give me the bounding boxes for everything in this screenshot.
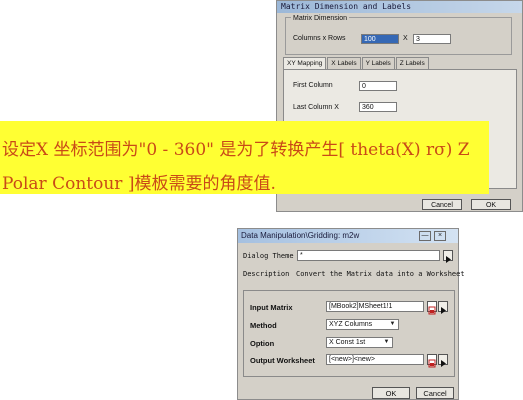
method-label: Method <box>250 321 277 330</box>
label-tabs: XY Mapping X Labels Y Labels Z Labels <box>283 57 430 69</box>
annotation-banner: 设定X 坐标范围为"0 - 360" 是为了转换产生[ theta(X) rσ)… <box>0 121 489 194</box>
gridding-dialog: Data Manipulation\Gridding: m2w — × Dial… <box>237 228 465 400</box>
input-matrix-label: Input Matrix <box>250 303 293 312</box>
triangle-right-icon[interactable] <box>438 301 448 314</box>
dialog-title: Matrix Dimension and Labels <box>281 2 412 11</box>
description-text: Convert the Matrix data into a Worksheet <box>296 270 465 278</box>
ok-button[interactable]: OK <box>372 387 410 399</box>
close-icon[interactable]: × <box>434 231 446 241</box>
first-column-label: First Column <box>293 82 333 89</box>
pick-range-icon[interactable] <box>427 301 437 315</box>
annotation-line-1: 设定X 坐标范围为"0 - 360" 是为了转换产生[ theta(X) rσ)… <box>2 140 470 160</box>
columns-rows-label: Columns x Rows <box>293 35 346 42</box>
cancel-button[interactable]: Cancel <box>416 387 454 399</box>
x-separator: X <box>403 35 408 42</box>
minimize-icon[interactable]: — <box>419 231 431 241</box>
dialog-titlebar[interactable]: Data Manipulation\Gridding: m2w — × <box>238 229 458 243</box>
last-column-input[interactable]: 360 <box>359 102 397 112</box>
tab-y-labels[interactable]: Y Labels <box>361 57 395 69</box>
cancel-button[interactable]: Cancel <box>422 199 462 210</box>
last-column-label: Last Column X <box>293 104 339 111</box>
tab-z-labels[interactable]: Z Labels <box>395 57 429 69</box>
rows-input[interactable]: 3 <box>413 34 451 44</box>
pick-range-icon[interactable] <box>427 354 437 368</box>
tab-x-labels[interactable]: X Labels <box>327 57 361 69</box>
dialog-theme-label: Dialog Theme <box>243 252 294 260</box>
columns-input[interactable]: 100 <box>361 34 399 44</box>
chevron-down-icon[interactable]: ▼ <box>389 320 396 329</box>
option-label: Option <box>250 339 275 348</box>
triangle-right-icon <box>446 256 451 263</box>
tab-xy-mapping[interactable]: XY Mapping <box>283 57 327 69</box>
triangle-right-icon[interactable] <box>438 354 448 367</box>
group-label: Matrix Dimension <box>291 15 350 22</box>
description-label: Description <box>243 270 290 278</box>
input-matrix-field[interactable]: [MBook2]MSheet1!1 <box>326 301 424 312</box>
dialog-theme-select[interactable]: * <box>297 250 440 261</box>
theme-arrow-button[interactable] <box>443 250 453 263</box>
chevron-down-icon[interactable]: ▼ <box>383 338 390 347</box>
dialog-title: Data Manipulation\Gridding: m2w <box>241 231 360 240</box>
output-worksheet-label: Output Worksheet <box>250 356 315 365</box>
annotation-line-2: Polar Contour ]模板需要的角度值. <box>2 174 276 194</box>
dialog-titlebar[interactable]: Matrix Dimension and Labels <box>277 1 522 13</box>
output-worksheet-field[interactable]: [<new>]<new> <box>326 354 424 365</box>
first-column-input[interactable]: 0 <box>359 81 397 91</box>
ok-button[interactable]: OK <box>471 199 511 210</box>
